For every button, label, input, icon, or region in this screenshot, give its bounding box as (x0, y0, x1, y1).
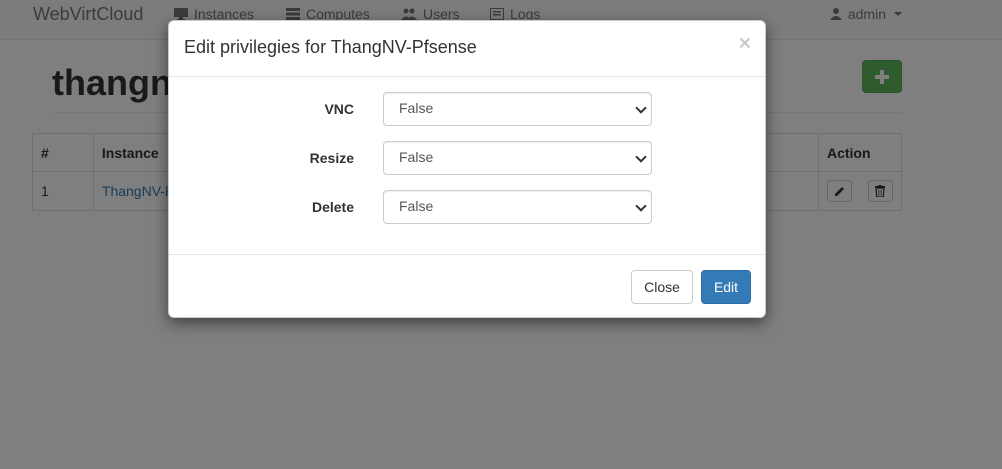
field-label: Resize (309, 150, 354, 166)
select-value: False (399, 149, 434, 165)
chevron-down-icon (635, 102, 647, 114)
form-row-vnc: VNC False (169, 92, 767, 126)
form-row-delete: Delete False (169, 190, 767, 224)
field-label: Delete (311, 199, 354, 215)
vnc-select[interactable]: False (383, 92, 652, 126)
modal-title: Edit privilegies for ThangNV-Pfsense (184, 37, 477, 57)
modal-header: Edit privilegies for ThangNV-Pfsense × (169, 21, 765, 77)
edit-button[interactable]: Edit (701, 270, 751, 304)
select-value: False (399, 198, 434, 214)
modal-footer: Close Edit (169, 254, 765, 318)
resize-select[interactable]: False (383, 141, 652, 175)
select-value: False (399, 100, 434, 116)
close-button[interactable]: Close (631, 270, 693, 304)
form-row-resize: Resize False (169, 141, 767, 175)
close-icon[interactable]: × (739, 33, 751, 54)
chevron-down-icon (635, 200, 647, 212)
edit-privileges-modal: Edit privilegies for ThangNV-Pfsense × V… (168, 20, 766, 318)
chevron-down-icon (635, 151, 647, 163)
delete-select[interactable]: False (383, 190, 652, 224)
field-label: VNC (324, 101, 354, 117)
modal-body: VNC False Resize False Delete False (169, 77, 765, 254)
